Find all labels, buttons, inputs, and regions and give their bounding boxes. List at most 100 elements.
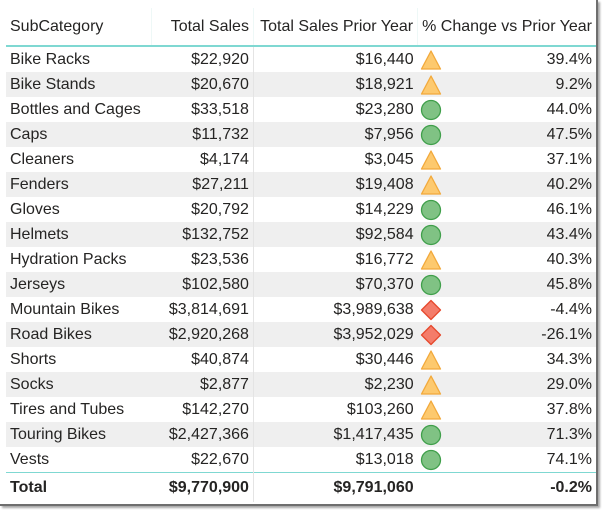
- pct-change-cell: 29.0%: [453, 372, 596, 397]
- total-sales-cell: $23,536: [151, 247, 254, 272]
- prior-year-cell: $3,989,638: [253, 297, 418, 322]
- subcategory-cell: Vests: [6, 447, 152, 473]
- circle-good-icon: [420, 124, 442, 146]
- subcategory-cell: Bottles and Cages: [6, 97, 152, 122]
- total-sales-cell: $22,670: [151, 447, 254, 473]
- triangle-warning-icon: [420, 49, 442, 71]
- subcategory-cell: Road Bikes: [6, 322, 152, 347]
- triangle-warning-icon: [420, 374, 442, 396]
- pct-change-cell: 37.8%: [453, 397, 596, 422]
- pct-change-cell: 34.3%: [453, 347, 596, 372]
- kpi-indicator-cell: [417, 222, 454, 247]
- prior-year-cell: $19,408: [253, 172, 418, 197]
- header-row: SubCategory Total Sales Total Sales Prio…: [6, 8, 596, 47]
- kpi-indicator-cell: [417, 46, 454, 72]
- subcategory-cell: Touring Bikes: [6, 422, 152, 447]
- total-sales-cell: $33,518: [151, 97, 254, 122]
- table-row: Jerseys $102,580 $70,370 45.8%: [6, 272, 596, 297]
- total-prior-year-sum: $9,791,060: [253, 472, 418, 502]
- total-sales-cell: $20,670: [151, 72, 254, 97]
- triangle-warning-icon: [420, 399, 442, 421]
- subcategory-cell: Fenders: [6, 172, 152, 197]
- subcategory-cell: Bike Racks: [6, 46, 152, 72]
- column-header-total-sales[interactable]: Total Sales: [151, 8, 254, 47]
- prior-year-cell: $13,018: [253, 447, 418, 473]
- pct-change-cell: 71.3%: [453, 422, 596, 447]
- table-row: Bike Racks $22,920 $16,440 39.4%: [6, 46, 596, 72]
- subcategory-cell: Socks: [6, 372, 152, 397]
- column-header-pct-change[interactable]: % Change vs Prior Year: [417, 8, 596, 47]
- subcategory-cell: Jerseys: [6, 272, 152, 297]
- table-row: Mountain Bikes $3,814,691 $3,989,638 -4.…: [6, 297, 596, 322]
- column-header-subcategory[interactable]: SubCategory: [6, 8, 152, 47]
- subcategory-cell: Hydration Packs: [6, 247, 152, 272]
- column-header-prior-year[interactable]: Total Sales Prior Year: [253, 8, 419, 47]
- prior-year-cell: $23,280: [253, 97, 418, 122]
- total-row: Total $9,770,900 $9,791,060 -0.2%: [6, 472, 596, 502]
- triangle-warning-icon: [420, 349, 442, 371]
- kpi-indicator-cell: [417, 372, 454, 397]
- total-sales-sum: $9,770,900: [151, 472, 254, 502]
- total-sales-cell: $40,874: [151, 347, 254, 372]
- kpi-indicator-cell: [417, 397, 454, 422]
- table-row: Cleaners $4,174 $3,045 37.1%: [6, 147, 596, 172]
- circle-good-icon: [420, 424, 442, 446]
- prior-year-cell: $3,045: [253, 147, 418, 172]
- kpi-indicator-cell: [417, 447, 454, 473]
- kpi-indicator-cell: [417, 197, 454, 222]
- subcategory-cell: Tires and Tubes: [6, 397, 152, 422]
- pct-change-cell: -26.1%: [453, 322, 596, 347]
- kpi-indicator-cell: [417, 297, 454, 322]
- total-sales-cell: $20,792: [151, 197, 254, 222]
- prior-year-cell: $1,417,435: [253, 422, 418, 447]
- subcategory-cell: Caps: [6, 122, 152, 147]
- kpi-indicator-cell: [417, 122, 454, 147]
- kpi-indicator-cell: [417, 72, 454, 97]
- table-row: Hydration Packs $23,536 $16,772 40.3%: [6, 247, 596, 272]
- prior-year-cell: $7,956: [253, 122, 418, 147]
- triangle-warning-icon: [420, 74, 442, 96]
- total-sales-cell: $2,427,366: [151, 422, 254, 447]
- circle-good-icon: [420, 199, 442, 221]
- table-row: Road Bikes $2,920,268 $3,952,029 -26.1%: [6, 322, 596, 347]
- triangle-warning-icon: [420, 249, 442, 271]
- total-sales-cell: $2,877: [151, 372, 254, 397]
- circle-good-icon: [420, 449, 442, 471]
- pct-change-cell: 46.1%: [453, 197, 596, 222]
- pct-change-cell: 74.1%: [453, 447, 596, 473]
- circle-good-icon: [420, 274, 442, 296]
- table-row: Caps $11,732 $7,956 47.5%: [6, 122, 596, 147]
- table-row: Gloves $20,792 $14,229 46.1%: [6, 197, 596, 222]
- table-row: Bike Stands $20,670 $18,921 9.2%: [6, 72, 596, 97]
- pct-change-cell: 9.2%: [453, 72, 596, 97]
- total-sales-cell: $27,211: [151, 172, 254, 197]
- kpi-indicator-cell: [417, 172, 454, 197]
- total-label: Total: [6, 472, 152, 502]
- prior-year-cell: $16,772: [253, 247, 418, 272]
- kpi-indicator-cell: [417, 247, 454, 272]
- pct-change-cell: 39.4%: [453, 46, 596, 72]
- pct-change-cell: 40.3%: [453, 247, 596, 272]
- prior-year-cell: $2,230: [253, 372, 418, 397]
- circle-good-icon: [420, 224, 442, 246]
- table-row: Helmets $132,752 $92,584 43.4%: [6, 222, 596, 247]
- prior-year-cell: $103,260: [253, 397, 418, 422]
- table-row: Shorts $40,874 $30,446 34.3%: [6, 347, 596, 372]
- table-visual: SubCategory Total Sales Total Sales Prio…: [0, 0, 598, 506]
- table-row: Vests $22,670 $13,018 74.1%: [6, 447, 596, 473]
- triangle-warning-icon: [420, 174, 442, 196]
- subcategory-cell: Bike Stands: [6, 72, 152, 97]
- subcategory-cell: Cleaners: [6, 147, 152, 172]
- subcategory-cell: Mountain Bikes: [6, 297, 152, 322]
- total-pct-change: -0.2%: [453, 472, 596, 502]
- table-row: Tires and Tubes $142,270 $103,260 37.8%: [6, 397, 596, 422]
- pct-change-cell: 40.2%: [453, 172, 596, 197]
- prior-year-cell: $70,370: [253, 272, 418, 297]
- prior-year-cell: $14,229: [253, 197, 418, 222]
- table-row: Fenders $27,211 $19,408 40.2%: [6, 172, 596, 197]
- pct-change-cell: 47.5%: [453, 122, 596, 147]
- prior-year-cell: $3,952,029: [253, 322, 418, 347]
- subcategory-cell: Shorts: [6, 347, 152, 372]
- circle-good-icon: [420, 99, 442, 121]
- pct-change-cell: -4.4%: [453, 297, 596, 322]
